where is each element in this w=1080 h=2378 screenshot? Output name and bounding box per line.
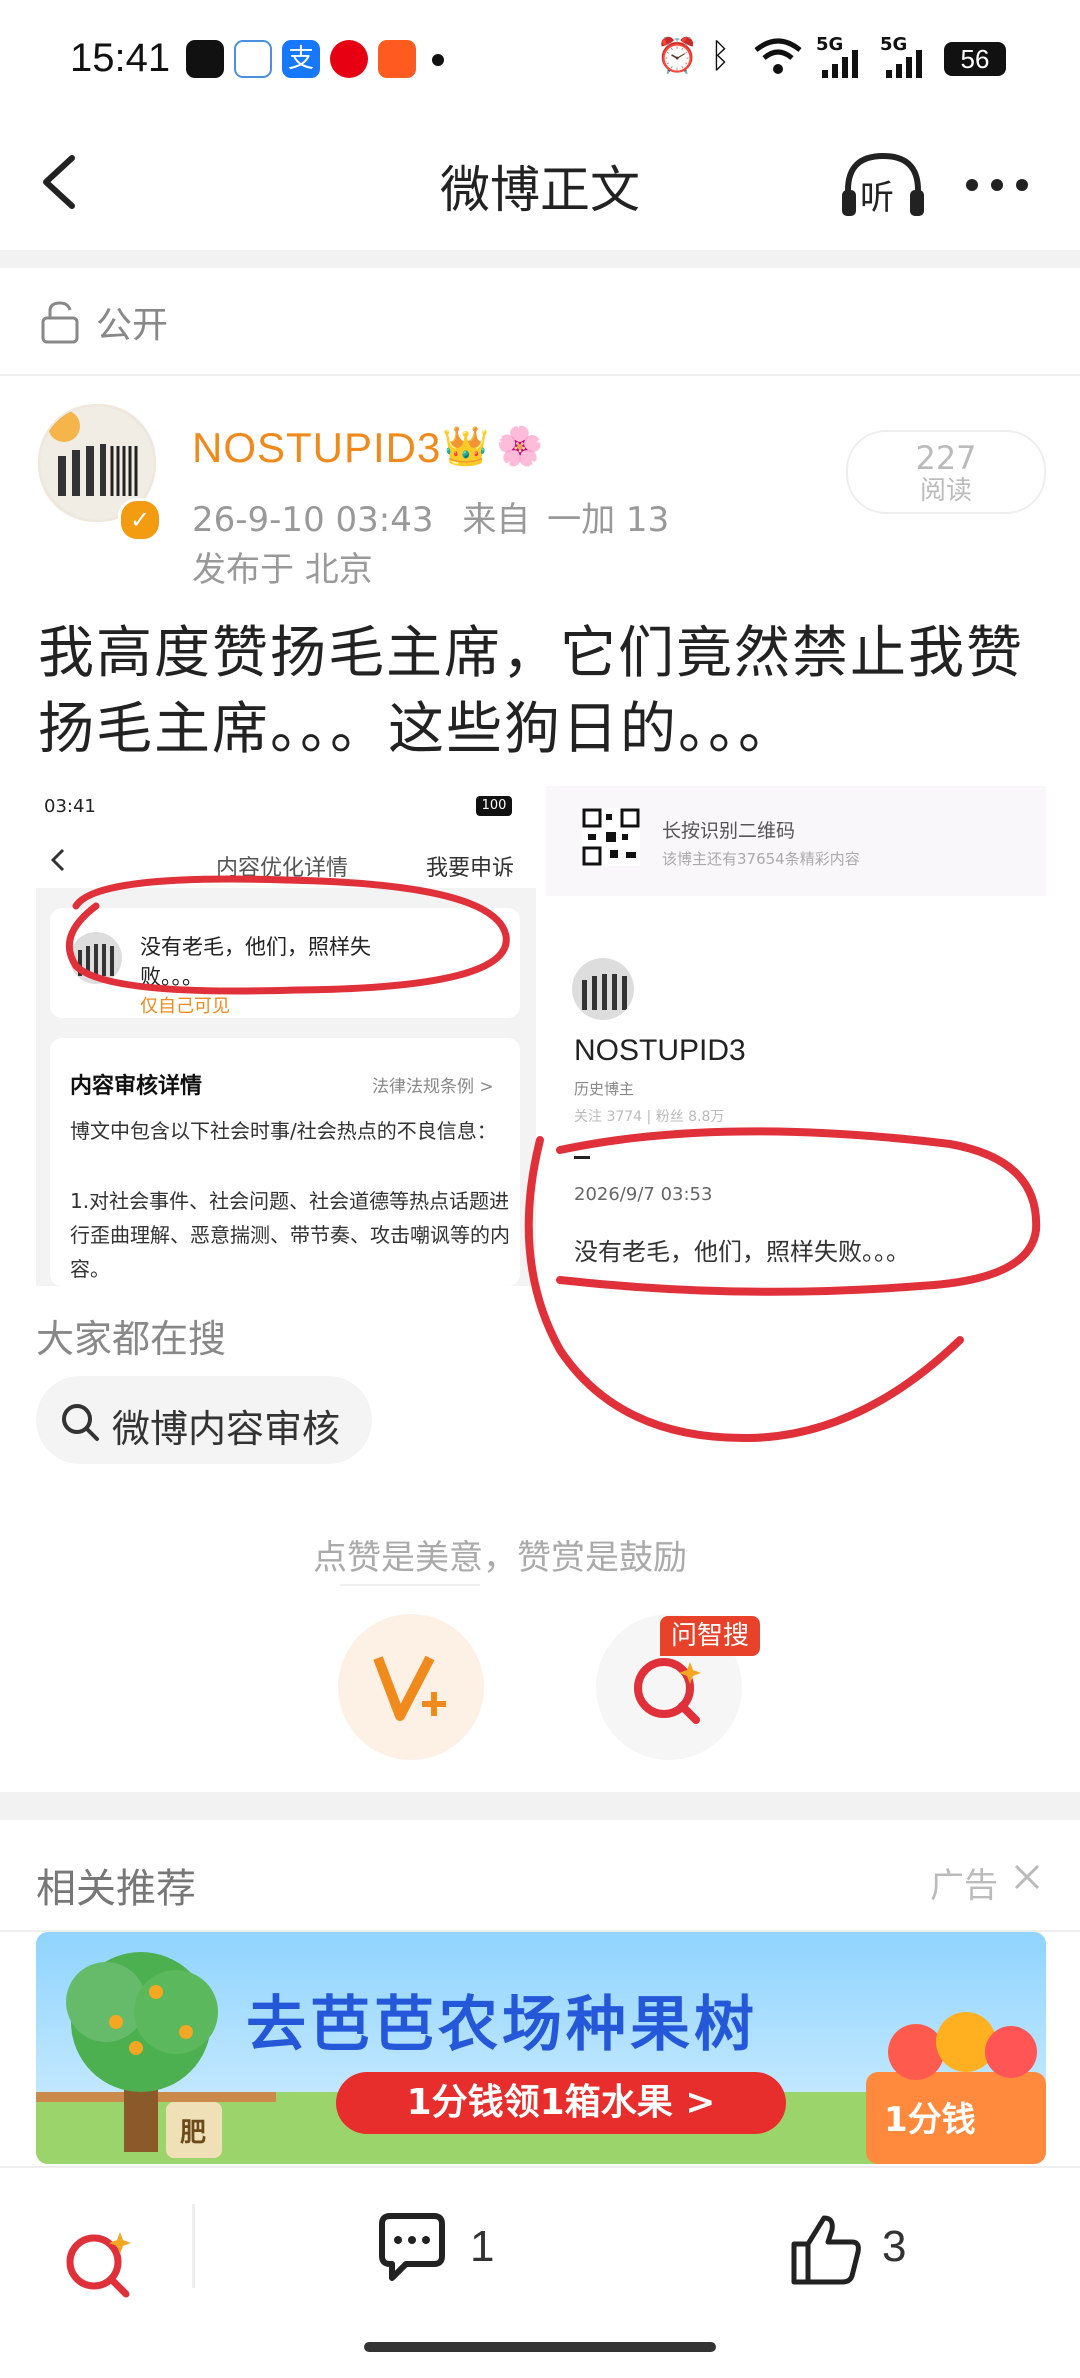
embedded-review-item: 1.对社会事件、社会问题、社会道德等热点话题进行歪曲理解、恶意揣测、带节奏、攻击… xyxy=(70,1189,510,1281)
listen-label: 听 xyxy=(860,178,894,218)
app-icon xyxy=(378,40,416,78)
embedded-battery: 100 xyxy=(476,796,512,816)
signal-icon xyxy=(822,50,858,78)
metro-icon xyxy=(330,40,368,78)
fertilizer-label: 肥 xyxy=(180,2118,207,2148)
reward-v-plus-icon xyxy=(373,1655,446,1721)
alipay-icon: 支 xyxy=(282,40,320,78)
embedded-time: 03:41 xyxy=(44,796,96,817)
divider xyxy=(0,1792,1080,1820)
flower-icon: 🌸 xyxy=(496,424,544,468)
embedded-review-title: 内容审核详情 xyxy=(70,1074,203,1099)
visibility-label: 公开 xyxy=(96,305,169,346)
like-count: 3 xyxy=(882,2222,907,2271)
qr-sub: 该博主还有37654条精彩内容 xyxy=(662,850,860,868)
embedded-right-avatar xyxy=(572,958,634,1020)
home-indicator[interactable] xyxy=(364,2342,716,2352)
red-circle-annotation xyxy=(524,1127,1041,1443)
comment-icon xyxy=(379,2213,445,2281)
crown-icon: 👑 xyxy=(442,424,490,468)
read-count-badge: 227 阅读 xyxy=(846,430,1046,514)
status-bar: 15:41 支 ⏰ ᛒ 5G 5G 56 xyxy=(0,0,1080,118)
smart-search-icon xyxy=(66,2232,131,2298)
alarm-icon: ⏰ xyxy=(656,36,699,76)
wifi-icon xyxy=(754,38,802,74)
hot-search-chip-label: 微博内容审核 xyxy=(112,1407,341,1451)
divider xyxy=(192,2204,195,2288)
embedded-right-bio: 历史博主 xyxy=(574,1080,635,1098)
encourage-text: 点赞是美意，赞赏是鼓励 xyxy=(313,1538,687,1578)
read-count: 227 xyxy=(915,439,977,477)
qr-code-icon xyxy=(582,808,640,866)
post-time: 26-9-10 03:43 xyxy=(192,500,434,540)
unlock-icon xyxy=(41,301,79,344)
banner-price-tag: 1分钱 xyxy=(884,2100,976,2140)
source-prefix: 来自 xyxy=(462,500,531,540)
reward-button[interactable] xyxy=(338,1614,484,1760)
app-icon xyxy=(234,40,272,78)
recommend-title: 相关推荐 xyxy=(36,1866,196,1912)
qr-label: 长按识别二维码 xyxy=(662,820,796,842)
banner-cta[interactable]: 1分钱领1箱水果 > xyxy=(336,2072,786,2134)
bluetooth-icon: ᛒ xyxy=(710,36,731,76)
hot-search-title: 大家都在搜 xyxy=(36,1317,227,1361)
source-device: 一加 13 xyxy=(547,500,670,540)
username[interactable]: NOSTUPID3 xyxy=(192,424,441,472)
comment-count: 1 xyxy=(470,2222,495,2271)
like-button[interactable]: 3 xyxy=(786,2210,926,2290)
status-time: 15:41 xyxy=(70,36,171,80)
embedded-review-body: 博文中包含以下社会时事/社会热点的不良信息： xyxy=(70,1119,497,1143)
embedded-screenshot-left: 03:41 100 内容优化详情 我要申诉 没有老毛，他们，照样失败。。。 仅自… xyxy=(36,786,536,1286)
signal-icon xyxy=(886,50,922,78)
tiktok-icon xyxy=(186,40,224,78)
verified-badge: ✓ xyxy=(118,498,162,542)
divider xyxy=(0,250,1080,268)
comment-button[interactable]: 1 xyxy=(372,2210,512,2290)
thumbs-up-icon xyxy=(791,2215,861,2285)
embedded-status-bar xyxy=(36,786,536,830)
read-label: 阅读 xyxy=(919,476,972,506)
post-text: 我高度赞扬毛主席，它们竟然禁止我赞扬毛主席。。。这些狗日的。。。 xyxy=(38,621,1024,762)
more-notifications-dot xyxy=(432,54,444,66)
ad-label: 广告 xyxy=(930,1866,998,1906)
embedded-review-link: 法律法规条例 > xyxy=(372,1077,494,1097)
smart-search-tab[interactable] xyxy=(52,2214,148,2310)
search-icon xyxy=(62,1404,99,1441)
more-icon[interactable] xyxy=(962,170,1032,200)
post-location: 发布于 北京 xyxy=(192,550,373,590)
battery-indicator: 56 xyxy=(944,42,1006,76)
listen-button[interactable]: 听 xyxy=(840,150,926,220)
post-meta: 26-9-10 03:43 来自 一加 13 xyxy=(192,492,669,541)
ask-badge: 问智搜 xyxy=(660,1616,760,1656)
ad-banner[interactable]: 去芭芭农场种果树 1分钱领1箱水果 > 1分钱 肥 xyxy=(36,1932,1046,2164)
embedded-right-username: NOSTUPID3 xyxy=(574,1034,746,1067)
divider xyxy=(0,374,1080,376)
red-circle-annotation xyxy=(65,875,510,995)
banner-headline: 去芭芭农场种果树 xyxy=(246,1990,758,2060)
close-icon[interactable] xyxy=(1012,1862,1042,1892)
divider xyxy=(340,1584,480,1586)
